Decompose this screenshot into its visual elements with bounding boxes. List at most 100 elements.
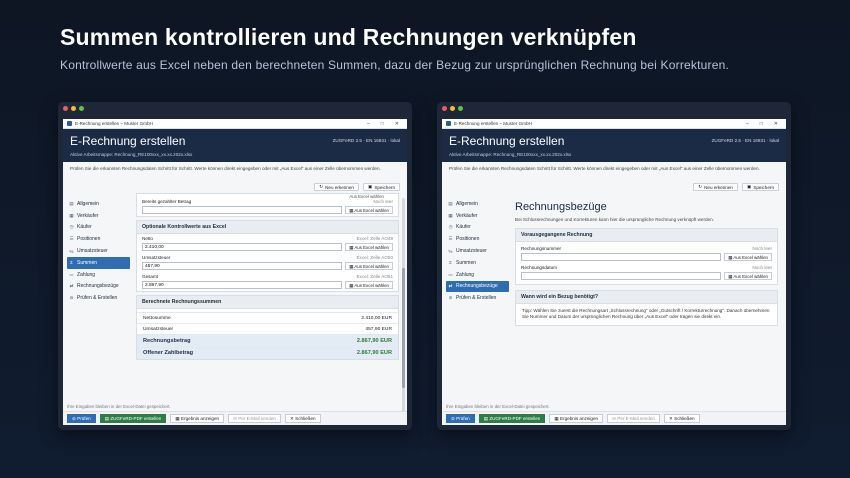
email-button[interactable]: ✉ Per E-Mail senden [228, 414, 281, 423]
sidebar-item-label: Prüfen & Erstellen [77, 295, 118, 302]
total-value: 2.867,90 EUR [356, 337, 392, 344]
window-title: E-Rechnung erstellen – Muster GmbH [75, 121, 153, 126]
sidebar-item-prüfen-erstellen[interactable]: ⊘ Prüfen & Erstellen [67, 292, 130, 304]
käufer-icon: ◷ [69, 224, 74, 230]
sum-value: 457,90 EUR [365, 326, 392, 332]
minimize-button[interactable]: – [746, 121, 749, 127]
sidebar-item-label: Verkäufer [456, 212, 478, 219]
sidebar-item-positionen[interactable]: ☰ Positionen [67, 233, 130, 245]
sidebar-item-rechnungsbezüge[interactable]: ⇄ Rechnungsbezüge [446, 280, 509, 293]
maximize-button[interactable]: □ [381, 121, 384, 127]
app-title: E-Rechnung erstellen [70, 134, 186, 148]
version-label: ZUGFeRD 2.5 · EN 16931 · lokal [711, 138, 779, 143]
sidebar-item-zahlung[interactable]: ▭ Zahlung [67, 269, 130, 281]
window-titlebar: E-Rechnung erstellen – Muster GmbH – □ ✕ [63, 119, 407, 129]
control-field-gesamt: Gesamt Excel: Zelle AO51 2.867,90 ▦ Aus Exc… [137, 272, 398, 291]
prev-field-rechnungsnummer-input[interactable] [521, 253, 722, 262]
sidebar-item-positionen[interactable]: ☰ Positionen [446, 233, 509, 245]
allgemein-icon: ▤ [448, 200, 453, 206]
save-icon: ▣ [746, 184, 752, 189]
prev-field-rechnungsdatum-input[interactable] [521, 272, 722, 281]
control-field-umsatzsteuer-input[interactable]: 457,90 [142, 262, 343, 270]
close-button[interactable]: ✕ Schließen [664, 414, 700, 423]
summen-icon: Σ [70, 260, 73, 266]
sidebar-item-zahlung[interactable]: ▭ Zahlung [446, 269, 509, 281]
total-value: 2.867,90 EUR [356, 350, 392, 357]
field-label: Rechnungsdatum [521, 265, 558, 271]
recognize-button[interactable]: ↻ Neu erkennen [693, 183, 738, 191]
field-hint: Excel: Zelle AO51 [356, 274, 393, 279]
window-title: E-Rechnung erstellen – Muster GmbH [454, 121, 532, 126]
maximize-button[interactable]: □ [760, 121, 763, 127]
sidebar-item-umsatzsteuer[interactable]: % Umsatzsteuer [446, 245, 509, 257]
sidebar-item-label: Prüfen & Erstellen [456, 295, 497, 302]
create-pdf-button[interactable]: ▤ ZUGFeRD-PDF erstellen [99, 414, 167, 423]
summen-content: Aus Excel wählen Bereits gezahlter Betra… [136, 193, 399, 403]
sidebar-item-prüfen-erstellen[interactable]: ⊘ Prüfen & Erstellen [446, 292, 509, 304]
check-button[interactable]: ⊘ Prüfen [446, 414, 475, 423]
check-button[interactable]: ⊘ Prüfen [67, 414, 96, 423]
sidebar-item-käufer[interactable]: ◷ Käufer [446, 222, 509, 234]
intro-text: Prüfen Sie die erkannten Rechnungsdaten … [70, 166, 381, 171]
total-label: Offener Zahlbetrag [143, 350, 194, 357]
recognize-button[interactable]: ↻ Neu erkennen [314, 183, 359, 191]
control-field-gesamt-input[interactable]: 2.867,90 [142, 281, 343, 289]
sidebar-item-label: Umsatzsteuer [77, 248, 108, 255]
scrollbar[interactable] [402, 198, 405, 416]
footer-note: Ihre Eingaben bleiben in der Excel-Datei… [446, 404, 550, 409]
sidebar-item-label: Allgemein [456, 200, 478, 207]
sum-label: Nettosumme [143, 315, 171, 321]
umsatzsteuer-icon: % [69, 248, 74, 254]
sidebar-item-allgemein[interactable]: ▤ Allgemein [446, 198, 509, 210]
create-pdf-button[interactable]: ▤ ZUGFeRD-PDF erstellen [478, 414, 546, 423]
show-result-button[interactable]: ▦ Ergebnis anzeigen [170, 414, 225, 423]
excel-select-button[interactable]: ▦ Aus Excel wählen [345, 262, 393, 270]
references-content: Rechnungsbezüge Bei Schlussrechnungen un… [515, 193, 778, 403]
field-hint: Noch leer [373, 199, 393, 204]
control-field-netto: Netto Excel: Zelle AO49 2.410,00 ▦ Aus Exce… [137, 234, 398, 253]
control-field-netto-input[interactable]: 2.410,00 [142, 243, 343, 251]
excel-select-button[interactable]: ▦ Aus Excel wählen [724, 253, 772, 262]
field-label: Umsatzsteuer [142, 255, 171, 260]
minimize-button[interactable]: – [367, 121, 370, 127]
sidebar-item-label: Summen [456, 259, 477, 266]
summen-icon: Σ [449, 260, 452, 266]
save-button[interactable]: ▣ Speichern [741, 183, 779, 191]
app-title: E-Rechnung erstellen [449, 134, 565, 148]
bottom-bar: ⊘ Prüfen ▤ ZUGFeRD-PDF erstellen ▦ Ergeb… [442, 411, 786, 425]
card-title: Berechnete Rechnungssummen [137, 296, 398, 309]
field-label: Rechnungsnummer [521, 246, 562, 252]
close-window-button[interactable]: ✕ [395, 121, 399, 127]
sidebar-item-verkäufer[interactable]: ▦ Verkäufer [67, 210, 130, 222]
sidebar-item-summen[interactable]: Σ Summen [67, 256, 130, 269]
show-result-button[interactable]: ▦ Ergebnis anzeigen [549, 414, 604, 423]
sidebar-item-käufer[interactable]: ◷ Käufer [67, 222, 130, 234]
sidebar-item-label: Umsatzsteuer [456, 248, 487, 255]
close-window-button[interactable]: ✕ [774, 121, 778, 127]
save-button[interactable]: ▣ Speichern [362, 183, 400, 191]
sidebar-item-label: Käufer [77, 224, 92, 231]
excel-button-label: Aus Excel wählen [733, 255, 768, 261]
excel-select-button[interactable]: ▦ Aus Excel wählen [724, 272, 772, 281]
footer-note: Ihre Eingaben bleiben in der Excel-Datei… [67, 404, 171, 409]
sidebar-item-label: Verkäufer [77, 212, 99, 219]
käufer-icon: ◷ [448, 224, 453, 230]
save-icon: ▣ [367, 184, 373, 189]
sidebar-item-umsatzsteuer[interactable]: % Umsatzsteuer [67, 245, 130, 257]
positionen-icon: ☰ [69, 236, 74, 242]
close-button[interactable]: ✕ Schließen [285, 414, 321, 423]
sidebar-item-rechnungsbezüge[interactable]: ⇄ Rechnungsbezüge [67, 281, 130, 293]
sidebar-item-allgemein[interactable]: ▤ Allgemein [67, 198, 130, 210]
excel-select-button[interactable]: ▦ Aus Excel wählen [345, 281, 393, 289]
sidebar: ▤ Allgemein ▦ Verkäufer ◷ Käufer ☰ Positionen% U… [67, 198, 130, 304]
excel-select-button[interactable]: ▦ Aus Excel wählen [345, 243, 393, 251]
sidebar-item-label: Zahlung [456, 271, 475, 278]
app-header: E-Rechnung erstellen ZUGFeRD 2.5 · EN 16… [63, 129, 407, 162]
excel-select-button[interactable]: ▦ Aus Excel wählen [345, 206, 393, 214]
partial-payment-input[interactable] [142, 206, 343, 214]
sidebar-item-verkäufer[interactable]: ▦ Verkäufer [446, 210, 509, 222]
sidebar-item-summen[interactable]: Σ Summen [446, 257, 509, 269]
excel-button-label: Aus Excel wählen [354, 283, 389, 288]
email-button[interactable]: ✉ Per E-Mail senden [607, 414, 660, 423]
sidebar-item-label: Positionen [77, 236, 101, 243]
